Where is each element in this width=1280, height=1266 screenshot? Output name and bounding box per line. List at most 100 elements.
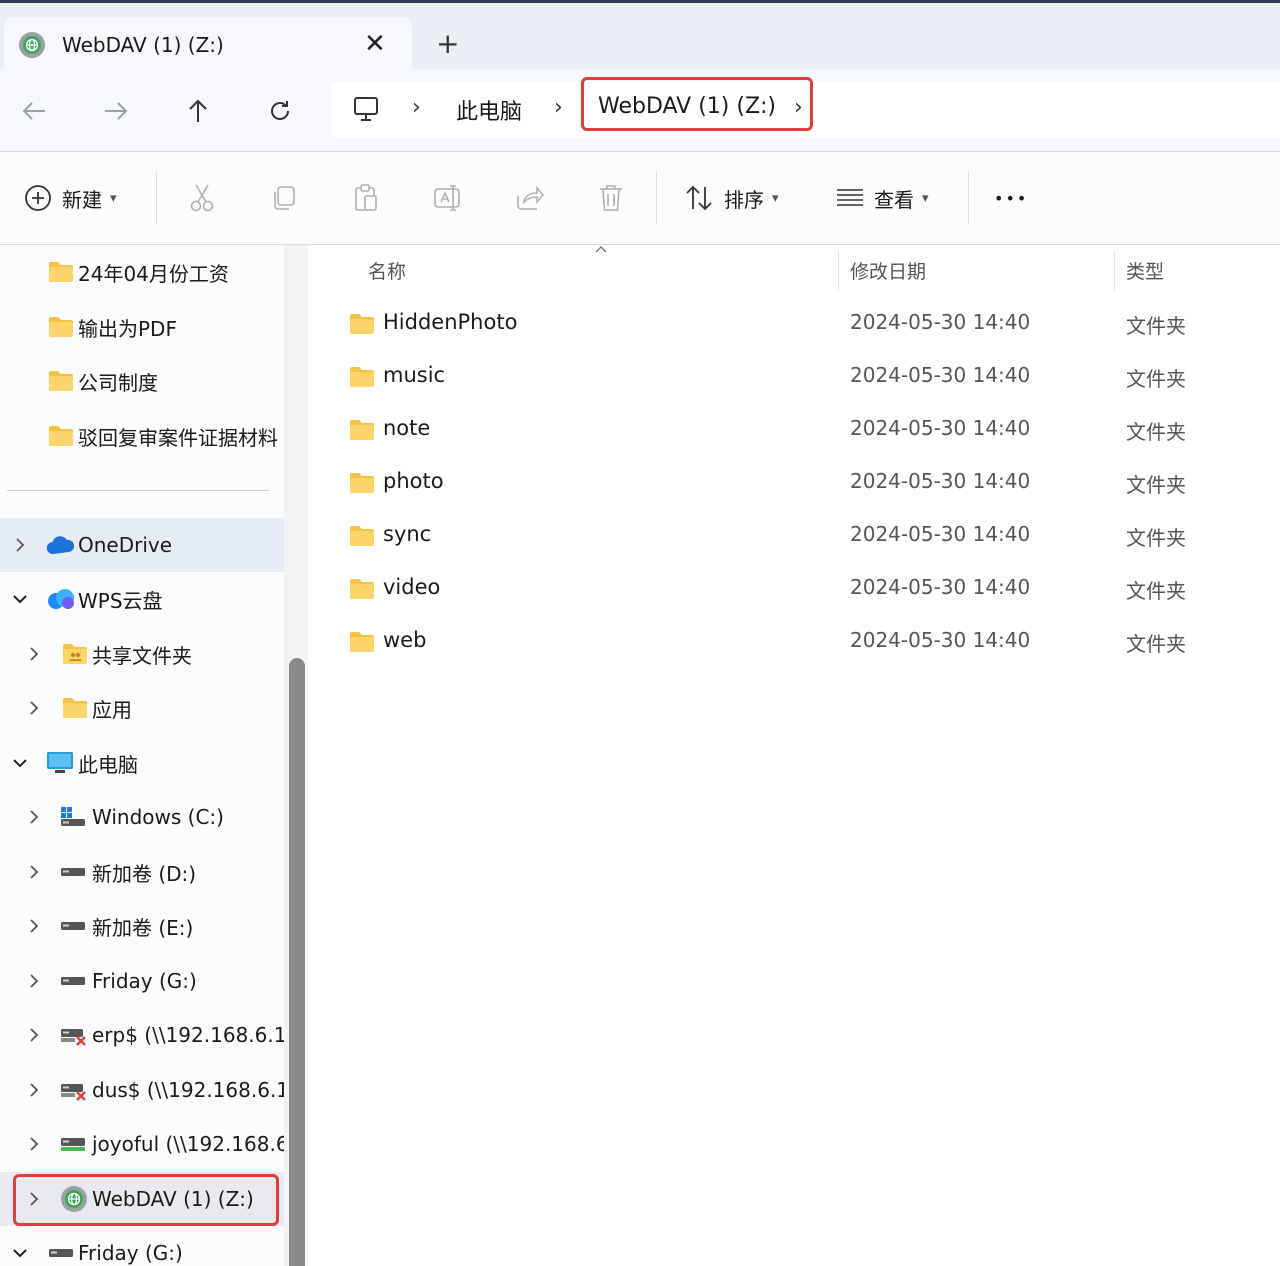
sidebar-item-label: 应用 — [92, 697, 132, 722]
onedrive-cloud-icon — [46, 535, 76, 555]
sidebar-item-this-pc[interactable]: 此电脑 — [0, 736, 284, 790]
share-button[interactable] — [515, 178, 545, 218]
sidebar-item-friday-g[interactable]: Friday (G:) — [0, 1226, 284, 1266]
sidebar-item-erp-share[interactable]: erp$ (\\192.168.6.15 — [0, 1008, 284, 1062]
address-bar[interactable]: › 此电脑 › WebDAV (1) (Z:) › — [332, 81, 1280, 137]
rename-button[interactable] — [433, 178, 463, 218]
breadcrumb-this-pc[interactable]: 此电脑 — [456, 94, 522, 126]
file-type: 文件夹 — [1126, 367, 1186, 391]
sidebar-item-apps[interactable]: 应用 — [0, 681, 284, 735]
chevron-right-icon[interactable] — [24, 1080, 44, 1100]
share-icon — [517, 185, 545, 210]
column-header-date[interactable]: 修改日期 — [850, 257, 926, 284]
sidebar-item-drive-e[interactable]: 新加卷 (E:) — [0, 899, 284, 953]
sort-button[interactable]: 排序 ▾ — [684, 178, 779, 218]
chevron-right-icon[interactable] — [24, 698, 44, 718]
chevron-right-icon[interactable]: › — [794, 95, 803, 120]
computer-icon — [352, 95, 380, 127]
chevron-down-icon[interactable] — [10, 589, 30, 609]
navigation-bar: › 此电脑 › WebDAV (1) (Z:) › — [0, 69, 1280, 152]
sidebar-item-joyoful-share[interactable]: joyoful (\\192.168.6 — [0, 1117, 284, 1171]
sidebar-item-dus-share[interactable]: dus$ (\\192.168.6.1 — [0, 1063, 284, 1117]
cut-button[interactable] — [188, 178, 216, 218]
delete-button[interactable] — [597, 178, 625, 218]
chevron-right-icon[interactable]: › — [412, 95, 421, 120]
tab-webdav[interactable]: WebDAV (1) (Z:) ✕ — [4, 17, 412, 73]
chevron-down-icon[interactable] — [10, 1243, 30, 1263]
sidebar-item-webdav[interactable]: WebDAV (1) (Z:) — [0, 1172, 284, 1226]
chevron-right-icon[interactable] — [24, 807, 44, 827]
sidebar-item-drive-d[interactable]: 新加卷 (D:) — [0, 845, 284, 899]
chevron-right-icon[interactable] — [24, 1025, 44, 1045]
folder-icon — [48, 425, 74, 447]
chevron-down-icon[interactable] — [10, 753, 30, 773]
table-row[interactable]: sync 2024-05-30 14:40 文件夹 — [332, 511, 1272, 561]
copy-icon — [274, 186, 295, 210]
sidebar-item-onedrive[interactable]: OneDrive — [0, 518, 284, 572]
new-tab-button[interactable]: + — [436, 27, 459, 60]
sort-ascending-icon — [594, 239, 608, 258]
close-tab-icon[interactable]: ✕ — [364, 29, 386, 59]
file-name: web — [383, 628, 427, 652]
sidebar-item-label: 共享文件夹 — [92, 643, 192, 668]
copy-button[interactable] — [270, 178, 298, 218]
table-row[interactable]: video 2024-05-30 14:40 文件夹 — [332, 564, 1272, 614]
chevron-right-icon[interactable] — [24, 644, 44, 664]
folder-icon — [349, 366, 375, 392]
new-button[interactable]: 新建 ▾ — [24, 178, 117, 218]
network-drive-disconnected-icon — [60, 1079, 88, 1101]
network-drive-disconnected-icon — [60, 1024, 88, 1046]
chevron-right-icon[interactable] — [10, 535, 30, 555]
breadcrumb-webdav[interactable]: WebDAV (1) (Z:) — [598, 94, 776, 119]
sidebar-item-pdf-folder[interactable]: 输出为PDF — [0, 300, 284, 354]
sidebar-item-salary-folder[interactable]: 24年04月份工资 — [0, 245, 284, 299]
folder-icon — [349, 578, 375, 604]
file-modified-date: 2024-05-30 14:40 — [850, 469, 1031, 493]
table-row[interactable]: HiddenPhoto 2024-05-30 14:40 文件夹 — [332, 299, 1272, 349]
chevron-right-icon[interactable] — [24, 916, 44, 936]
file-modified-date: 2024-05-30 14:40 — [850, 416, 1031, 440]
column-divider[interactable] — [1114, 251, 1115, 291]
file-modified-date: 2024-05-30 14:40 — [850, 522, 1031, 546]
table-row[interactable]: music 2024-05-30 14:40 文件夹 — [332, 352, 1272, 402]
chevron-right-icon[interactable] — [24, 1134, 44, 1154]
table-row[interactable]: note 2024-05-30 14:40 文件夹 — [332, 405, 1272, 455]
chevron-right-icon[interactable] — [24, 971, 44, 991]
folder-icon — [349, 472, 375, 498]
network-drive-icon — [60, 1133, 88, 1155]
file-modified-date: 2024-05-30 14:40 — [850, 575, 1031, 599]
sidebar-item-drive-g[interactable]: Friday (G:) — [0, 954, 284, 1008]
chevron-right-icon[interactable] — [24, 862, 44, 882]
sidebar-item-label: Friday (G:) — [92, 969, 197, 993]
sidebar-item-wps-cloud[interactable]: WPS云盘 — [0, 572, 284, 626]
sidebar-item-shared-folder[interactable]: 共享文件夹 — [0, 627, 284, 681]
sidebar-item-drive-c[interactable]: Windows (C:) — [0, 790, 284, 844]
sidebar-item-evidence-folder[interactable]: 驳回复审案件证据材料 — [0, 409, 284, 463]
chevron-right-icon[interactable]: › — [554, 95, 563, 120]
folder-icon — [48, 261, 74, 283]
file-list: 名称 修改日期 类型 HiddenPhoto 2024-05-30 14:40 文件… — [312, 245, 1280, 1266]
refresh-icon — [271, 101, 289, 120]
shared-folder-icon — [62, 643, 88, 665]
back-button[interactable] — [14, 91, 54, 131]
chevron-right-icon[interactable] — [24, 1189, 44, 1209]
view-button[interactable]: 查看 ▾ — [836, 178, 929, 218]
folder-icon — [349, 525, 375, 551]
up-button[interactable] — [178, 91, 218, 131]
tab-title: WebDAV (1) (Z:) — [62, 33, 224, 57]
more-options-icon[interactable]: ••• — [994, 178, 1028, 218]
paste-button[interactable] — [352, 178, 380, 218]
file-name: HiddenPhoto — [383, 310, 518, 334]
sidebar-item-label: 此电脑 — [78, 752, 138, 777]
sidebar-item-company-folder[interactable]: 公司制度 — [0, 354, 284, 408]
chevron-down-icon: ▾ — [922, 190, 929, 206]
refresh-button[interactable] — [260, 91, 300, 131]
file-name: music — [383, 363, 446, 387]
column-divider[interactable] — [838, 251, 839, 291]
table-row[interactable]: web 2024-05-30 14:40 文件夹 — [332, 617, 1272, 667]
column-header-name[interactable]: 名称 — [368, 257, 406, 284]
table-row[interactable]: photo 2024-05-30 14:40 文件夹 — [332, 458, 1272, 508]
sidebar-scrollbar-thumb[interactable] — [289, 658, 305, 1266]
column-header-type[interactable]: 类型 — [1126, 257, 1164, 284]
forward-button[interactable] — [96, 91, 136, 131]
